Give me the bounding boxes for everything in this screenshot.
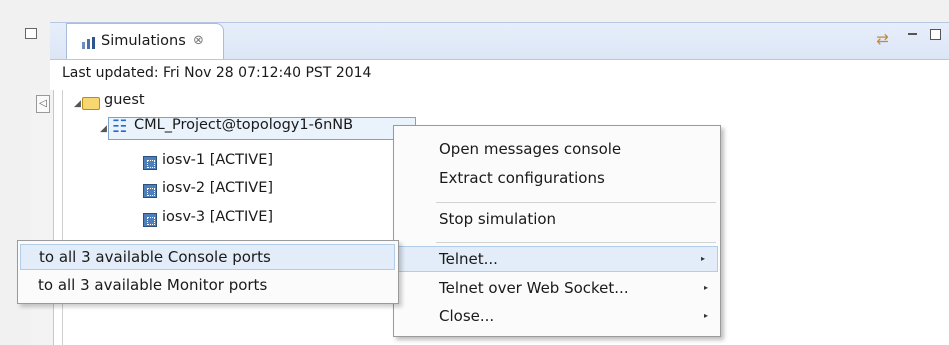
menu-separator bbox=[436, 242, 716, 243]
expand-twisty-icon[interactable]: ◢ bbox=[100, 124, 107, 134]
minimize-button[interactable] bbox=[908, 33, 917, 35]
expand-twisty-icon[interactable]: ◢ bbox=[74, 99, 81, 109]
menu-separator bbox=[436, 202, 716, 203]
menu-item-label: to all 3 available Console ports bbox=[39, 248, 271, 266]
tab-simulations[interactable]: Simulations ⊗ bbox=[66, 23, 224, 59]
title-strip bbox=[0, 0, 949, 22]
close-icon[interactable]: ⊗ bbox=[193, 33, 204, 48]
menu-item-label: Close... bbox=[439, 307, 495, 325]
menu-item-label: Telnet... bbox=[439, 250, 498, 268]
menu-item-label: Stop simulation bbox=[439, 210, 557, 228]
maximize-button[interactable] bbox=[930, 29, 941, 40]
topology-icon: ☷ bbox=[112, 117, 128, 137]
menu-item-extract-configurations[interactable]: Extract configurations bbox=[394, 166, 720, 192]
menu-item-stop-simulation[interactable]: Stop simulation bbox=[394, 207, 720, 233]
tree-item-node[interactable]: iosv-2 [ACTIVE] bbox=[162, 180, 273, 196]
menu-item-label: Extract configurations bbox=[439, 169, 605, 187]
context-menu: Open messages console Extract configurat… bbox=[393, 125, 721, 337]
tree-item-guest[interactable]: guest bbox=[104, 92, 145, 108]
view-tab-bar: Simulations ⊗ ⇄ bbox=[50, 22, 949, 60]
menu-item-open-messages-console[interactable]: Open messages console bbox=[394, 137, 720, 163]
menu-item-label: Telnet over Web Socket... bbox=[439, 279, 629, 297]
simulations-icon bbox=[81, 36, 97, 50]
menu-item-label: Open messages console bbox=[439, 140, 622, 158]
telnet-submenu: to all 3 available Console ports to all … bbox=[17, 240, 399, 304]
router-node-icon bbox=[143, 213, 157, 227]
tree-item-project[interactable]: CML_Project@topology1-6nNB bbox=[134, 117, 353, 133]
sync-icon[interactable]: ⇄ bbox=[876, 30, 889, 48]
folder-icon bbox=[82, 97, 100, 110]
menu-item-telnet[interactable]: Telnet... ▸ bbox=[398, 246, 718, 272]
collapse-arrow-icon[interactable]: ◁ bbox=[36, 95, 50, 113]
submenu-item-monitor-ports[interactable]: to all 3 available Monitor ports bbox=[18, 273, 398, 299]
router-node-icon bbox=[143, 184, 157, 198]
submenu-arrow-icon: ▸ bbox=[700, 254, 705, 263]
submenu-item-console-ports[interactable]: to all 3 available Console ports bbox=[20, 244, 395, 270]
submenu-arrow-icon: ▸ bbox=[703, 311, 708, 320]
last-updated-status: Last updated: Fri Nov 28 07:12:40 PST 20… bbox=[62, 65, 372, 81]
tree-item-node[interactable]: iosv-1 [ACTIVE] bbox=[162, 152, 273, 168]
tab-label: Simulations bbox=[101, 33, 186, 49]
menu-item-label: to all 3 available Monitor ports bbox=[38, 276, 268, 294]
menu-item-telnet-over-web-socket[interactable]: Telnet over Web Socket... ▸ bbox=[394, 276, 720, 302]
restore-view-button[interactable] bbox=[25, 28, 37, 39]
router-node-icon bbox=[143, 156, 157, 170]
submenu-arrow-icon: ▸ bbox=[703, 283, 708, 292]
collapse-column bbox=[31, 90, 54, 345]
menu-item-close[interactable]: Close... ▸ bbox=[394, 304, 720, 330]
tree-item-node[interactable]: iosv-3 [ACTIVE] bbox=[162, 209, 273, 225]
